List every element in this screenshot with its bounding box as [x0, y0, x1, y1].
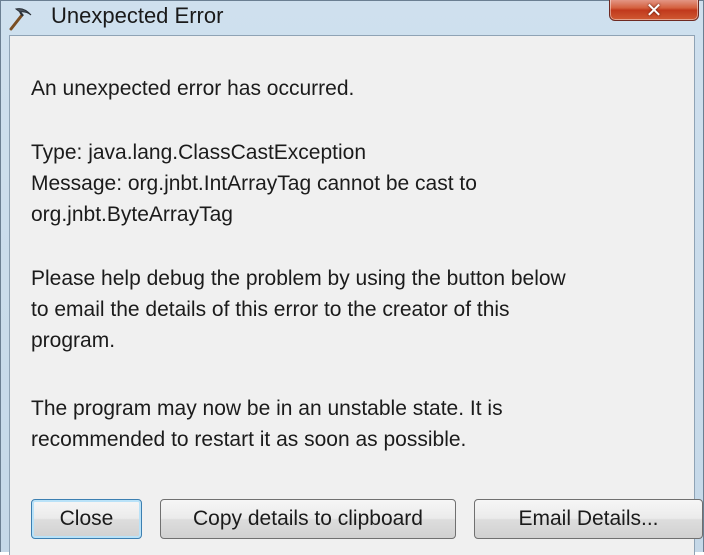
dialog-content: An unexpected error has occurred. Type: … [9, 35, 703, 555]
help-line: Please help debug the problem by using t… [31, 267, 566, 290]
pickaxe-icon [7, 5, 33, 31]
help-line: program. [31, 329, 116, 352]
close-button[interactable]: Close [31, 499, 142, 539]
window-title: Unexpected Error [51, 3, 224, 28]
close-window-button[interactable]: ✕ [609, 0, 699, 21]
exception-type-line: Type: java.lang.ClassCastException [31, 141, 367, 164]
help-line: to email the details of this error to th… [31, 298, 510, 321]
error-intro-text: An unexpected error has occurred. [31, 73, 681, 104]
exception-message-line: org.jnbt.ByteArrayTag [31, 203, 233, 226]
copy-details-button[interactable]: Copy details to clipboard [160, 499, 456, 539]
error-dialog-window: Unexpected Error ✕ An unexpected error h… [0, 0, 704, 555]
exception-message-line: Message: org.jnbt.IntArrayTag cannot be … [31, 172, 477, 195]
email-details-button[interactable]: Email Details... [474, 499, 703, 539]
title-bar[interactable]: Unexpected Error ✕ [1, 0, 703, 35]
warning-line: The program may now be in an unstable st… [31, 397, 503, 420]
intro-line: An unexpected error has occurred. [31, 77, 355, 100]
close-icon: ✕ [645, 0, 663, 22]
warning-text: The program may now be in an unstable st… [31, 393, 681, 455]
warning-line: recommended to restart it as soon as pos… [31, 428, 467, 451]
help-text: Please help debug the problem by using t… [31, 263, 681, 356]
exception-details: Type: java.lang.ClassCastException Messa… [31, 137, 681, 230]
